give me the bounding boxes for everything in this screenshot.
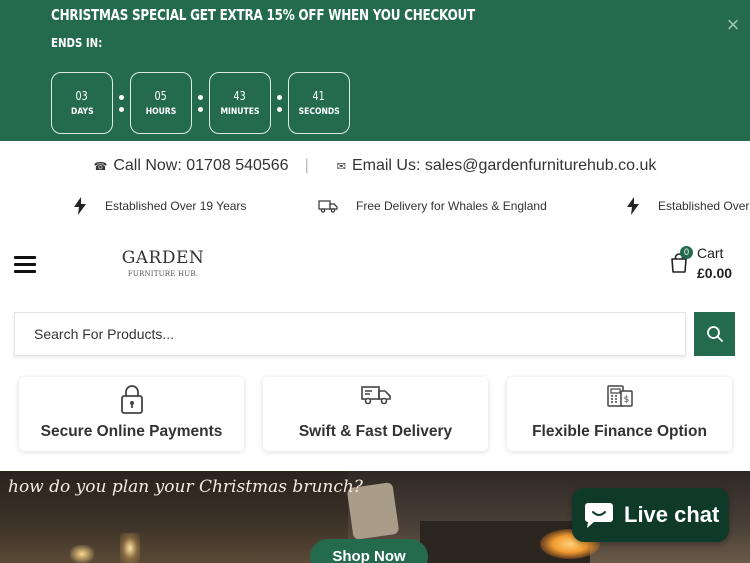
close-icon[interactable]: × (722, 14, 744, 36)
ticker-item-label: d (0, 199, 1, 213)
countdown-minutes-value: 43 (233, 89, 247, 103)
promo-bar: CHRISTMAS SPECIAL GET EXTRA 15% OFF WHEN… (0, 0, 750, 141)
countdown-seconds-label: Seconds (298, 107, 340, 117)
bolt-icon (74, 197, 86, 215)
padlock-icon (120, 385, 143, 414)
feature-card-secure-payments: Secure Online Payments (19, 377, 244, 451)
countdown-separator (113, 94, 130, 112)
banner-caption: how do you plan your Christmas brunch? (8, 477, 363, 497)
menu-hamburger-icon[interactable] (14, 256, 36, 274)
site-logo[interactable]: GARDEN FURNITURE HUB. (120, 248, 206, 288)
countdown-minutes: 43 Minutes (209, 72, 271, 134)
email-link[interactable]: Email Us: sales@gardenfurniturehub.co.uk (352, 157, 656, 175)
countdown-hours-label: Hours (145, 107, 177, 117)
countdown-days-value: 03 (75, 89, 89, 103)
countdown-hours: 05 Hours (130, 72, 192, 134)
contact-bar: ☎ Call Now: 01708 540566 | ✉ Email Us: s… (0, 148, 750, 184)
ticker-item-label: Established Over 19 Years (105, 199, 247, 213)
ticker-item-label: Established Over (658, 199, 750, 213)
ticker-item-label: Free Delivery for Whales & England (356, 199, 547, 213)
ticker-item: Established Over (626, 192, 749, 220)
live-chat-button[interactable]: Live chat (572, 488, 729, 542)
email-icon: ✉ (336, 160, 346, 173)
countdown-hours-value: 05 (154, 89, 168, 103)
chat-bubble-icon (585, 503, 613, 528)
finance-calculator-icon: $ (606, 385, 633, 407)
live-chat-label: Live chat (624, 502, 720, 527)
countdown-separator (192, 94, 209, 112)
countdown-ends-label: ENDS IN: (51, 36, 103, 50)
feature-title: Secure Online Payments (40, 423, 223, 440)
usp-ticker: d Established Over 19 Years Free Deliver… (0, 192, 750, 220)
contact-separator: | (304, 157, 309, 174)
countdown-seconds: 41 Seconds (288, 72, 350, 134)
cart-label: Cart (697, 245, 724, 261)
feature-card-finance: $ Flexible Finance Option (507, 377, 732, 451)
feature-title: Flexible Finance Option (532, 423, 707, 440)
cart-count-badge: 0 (680, 246, 693, 259)
promo-title: CHRISTMAS SPECIAL GET EXTRA 15% OFF WHEN… (51, 6, 475, 24)
ticker-item: Established Over 19 Years (73, 192, 246, 220)
logo-wordmark: GARDEN (121, 248, 205, 268)
countdown-seconds-value: 41 (312, 89, 326, 103)
cart-total: £0.00 (697, 265, 733, 281)
logo-tagline: FURNITURE HUB. (127, 270, 199, 278)
cart-button[interactable]: 0 Cart £0.00 (668, 244, 742, 284)
countdown-separator (271, 94, 288, 112)
phone-link[interactable]: Call Now: 01708 540566 (113, 157, 288, 175)
ticker-item: Free Delivery for Whales & England (318, 192, 547, 220)
svg-text:$: $ (623, 395, 629, 405)
search-icon (706, 326, 723, 342)
banner-candle-glow (70, 545, 94, 563)
phone-icon: ☎ (93, 160, 108, 173)
bolt-icon (627, 197, 639, 215)
search-input[interactable] (14, 312, 686, 356)
feature-card-fast-delivery: Swift & Fast Delivery (263, 377, 488, 451)
delivery-truck-icon (360, 386, 391, 405)
countdown-days-label: Days (70, 107, 94, 117)
search-button[interactable] (694, 312, 735, 356)
banner-candle-glow (120, 533, 140, 563)
feature-title: Swift & Fast Delivery (298, 423, 453, 440)
ticker-item: d (0, 192, 1, 220)
delivery-truck-icon (318, 200, 338, 213)
shop-now-button[interactable]: Shop Now (310, 539, 428, 563)
countdown-timer: 03 Days 05 Hours 43 Minutes 41 Seconds (51, 72, 350, 134)
countdown-minutes-label: Minutes (220, 107, 260, 117)
countdown-days: 03 Days (51, 72, 113, 134)
